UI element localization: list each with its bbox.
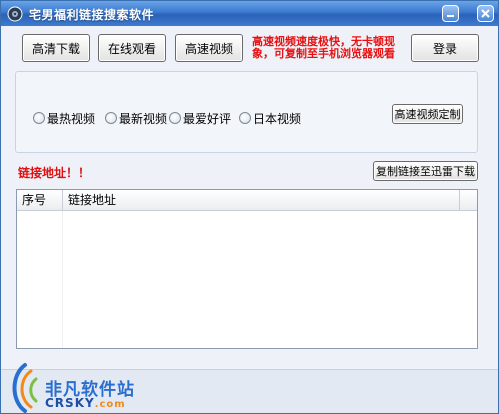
app-icon: [7, 6, 23, 22]
copy-to-thunder-button[interactable]: 复制链接至迅雷下载: [373, 161, 478, 181]
table-header: 序号 链接地址: [17, 190, 477, 211]
link-address-label: 链接地址！！: [18, 166, 91, 180]
login-button[interactable]: 登录: [411, 34, 479, 62]
window-title: 宅男福利链接搜索软件: [29, 8, 155, 22]
minimize-button[interactable]: [442, 5, 459, 22]
watermark-en-text: CRSKY.com: [45, 396, 126, 410]
minimize-icon: [447, 15, 454, 17]
fast-video-button[interactable]: 高速视频: [175, 34, 243, 62]
radio-new-videos[interactable]: 最新视频: [105, 111, 167, 126]
radio-circle-icon: [33, 112, 45, 124]
crsky-watermark: 非凡软件站 CRSKY.com: [5, 361, 155, 413]
column-divider: [62, 211, 63, 348]
radio-circle-icon: [105, 112, 117, 124]
radio-circle-icon: [239, 112, 251, 124]
speed-notice: 高速视频速度极快，无卡顿现象，可复制至手机浏览器观看: [252, 35, 395, 60]
column-header-filler: [460, 190, 477, 210]
radio-hot-videos[interactable]: 最热视频: [33, 111, 95, 126]
column-header-index[interactable]: 序号: [17, 190, 63, 210]
close-button[interactable]: [477, 5, 494, 22]
close-icon: [481, 9, 490, 18]
title-bar[interactable]: 宅男福利链接搜索软件: [1, 1, 498, 26]
radio-favorite-videos[interactable]: 最爱好评: [169, 111, 231, 126]
online-watch-button[interactable]: 在线观看: [98, 34, 166, 62]
column-header-link[interactable]: 链接地址: [63, 190, 460, 210]
hd-download-button[interactable]: 高清下载: [22, 34, 90, 62]
radio-circle-icon: [169, 112, 181, 124]
custom-video-button[interactable]: 高速视频定制: [392, 104, 463, 124]
main-window: 宅男福利链接搜索软件 高清下载 在线观看 高速视频 高速视频速度极快，无卡顿现象…: [0, 0, 499, 414]
crsky-logo-icon: [12, 363, 38, 413]
link-list-table[interactable]: 序号 链接地址: [16, 189, 478, 349]
radio-japan-videos[interactable]: 日本视频: [239, 111, 301, 126]
